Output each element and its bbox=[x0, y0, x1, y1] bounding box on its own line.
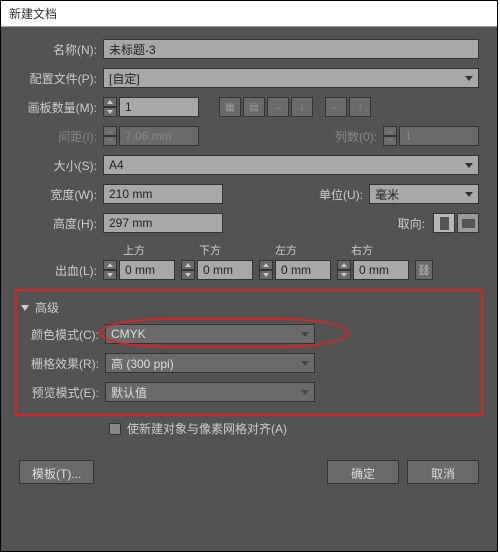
size-value: A4 bbox=[109, 158, 124, 172]
advanced-label: 高级 bbox=[35, 299, 59, 316]
colormode-dropdown[interactable]: CMYK bbox=[105, 324, 315, 344]
disclosure-triangle-icon[interactable] bbox=[21, 305, 29, 311]
bleed-label: 出血(L): bbox=[19, 262, 103, 279]
name-label: 名称(N): bbox=[19, 41, 103, 58]
columns-label: 列数(0): bbox=[335, 128, 383, 145]
artboards-spinner[interactable] bbox=[103, 97, 117, 117]
grid-arrange-icon[interactable]: ▦ bbox=[219, 97, 241, 117]
align-pixel-grid-label: 使新建对象与像素网格对齐(A) bbox=[127, 420, 287, 437]
arrange-up-icon[interactable]: ↑ bbox=[349, 97, 371, 117]
columns-input bbox=[399, 126, 479, 146]
bleed-top-input[interactable] bbox=[119, 260, 175, 280]
height-input[interactable] bbox=[103, 213, 223, 233]
artboards-input[interactable] bbox=[119, 97, 199, 117]
profile-dropdown[interactable]: [自定] bbox=[103, 68, 479, 88]
units-dropdown[interactable]: 毫米 bbox=[369, 184, 479, 204]
raster-value: 高 (300 ppi) bbox=[111, 355, 174, 372]
columns-spinner bbox=[383, 126, 397, 146]
cancel-button[interactable]: 取消 bbox=[407, 460, 479, 484]
size-dropdown[interactable]: A4 bbox=[103, 155, 479, 175]
bleed-right-input[interactable] bbox=[353, 260, 409, 280]
raster-label: 栅格效果(R): bbox=[21, 355, 105, 372]
units-label: 单位(U): bbox=[319, 186, 369, 203]
bleed-right-spinner[interactable] bbox=[337, 260, 351, 280]
orientation-landscape-button[interactable] bbox=[457, 213, 479, 233]
bleed-bottom-spinner[interactable] bbox=[181, 260, 195, 280]
align-pixel-grid-checkbox[interactable] bbox=[109, 423, 121, 435]
profile-label: 配置文件(P): bbox=[19, 70, 103, 87]
colormode-value: CMYK bbox=[111, 327, 146, 341]
units-value: 毫米 bbox=[375, 186, 399, 203]
spacing-spinner bbox=[103, 126, 117, 146]
bleed-bottom-input[interactable] bbox=[197, 260, 253, 280]
width-input[interactable] bbox=[103, 184, 223, 204]
profile-value: [自定] bbox=[109, 70, 140, 87]
bleed-top-label: 上方 bbox=[123, 242, 199, 258]
raster-dropdown[interactable]: 高 (300 ppi) bbox=[105, 353, 315, 373]
link-bleed-icon[interactable]: ⛓ bbox=[415, 260, 433, 280]
bleed-top-spinner[interactable] bbox=[103, 260, 117, 280]
bleed-left-label: 左方 bbox=[275, 242, 351, 258]
template-button[interactable]: 模板(T)... bbox=[19, 460, 94, 484]
bleed-left-input[interactable] bbox=[275, 260, 331, 280]
preview-value: 默认值 bbox=[111, 384, 147, 401]
height-label: 高度(H): bbox=[19, 215, 103, 232]
preview-dropdown[interactable]: 默认值 bbox=[105, 382, 315, 402]
colormode-label: 颜色模式(C): bbox=[21, 326, 105, 343]
grid-arrange-icon2[interactable]: ▤ bbox=[243, 97, 265, 117]
arrange-right-icon[interactable]: → bbox=[267, 97, 289, 117]
orientation-portrait-button[interactable] bbox=[433, 213, 455, 233]
orientation-label: 取向: bbox=[398, 215, 431, 232]
preview-label: 预览模式(E): bbox=[21, 384, 105, 401]
bleed-right-label: 右方 bbox=[351, 242, 427, 258]
arrange-left-icon[interactable]: ← bbox=[325, 97, 347, 117]
name-input[interactable] bbox=[103, 39, 479, 59]
arrange-down-icon[interactable]: ↓ bbox=[291, 97, 313, 117]
window-title: 新建文档 bbox=[1, 1, 497, 27]
artboards-label: 画板数量(M): bbox=[19, 99, 103, 116]
highlight-annotation: 高级 颜色模式(C): CMYK 栅格效果(R): 高 (300 ppi) 预览… bbox=[15, 289, 483, 416]
spacing-label: 间距(I): bbox=[19, 128, 103, 145]
new-document-dialog: 新建文档 名称(N): 配置文件(P): [自定] 画板数量(M): ▦ ▤ →… bbox=[0, 0, 498, 552]
size-label: 大小(S): bbox=[19, 157, 103, 174]
bleed-left-spinner[interactable] bbox=[259, 260, 273, 280]
ok-button[interactable]: 确定 bbox=[327, 460, 399, 484]
spacing-input bbox=[119, 126, 199, 146]
bleed-bottom-label: 下方 bbox=[199, 242, 275, 258]
width-label: 宽度(W): bbox=[19, 186, 103, 203]
